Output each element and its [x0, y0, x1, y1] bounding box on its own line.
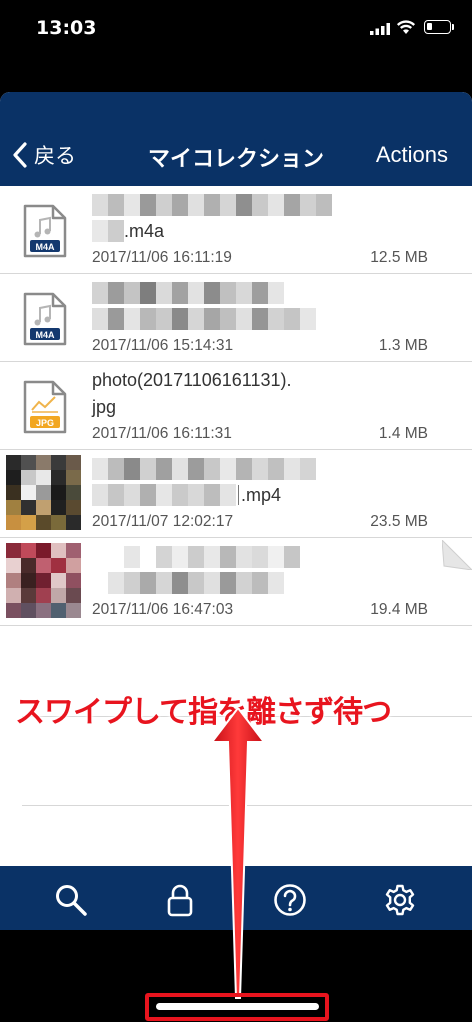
home-indicator[interactable]: [156, 1003, 319, 1010]
file-name-line1: [92, 282, 284, 306]
status-time: 13:03: [36, 17, 97, 39]
actions-button[interactable]: Actions: [376, 142, 448, 168]
video-thumbnail: [6, 455, 81, 530]
file-row[interactable]: M4A 2017/11/06 15:14:31 1.3 MB: [0, 274, 472, 362]
file-size: 12.5 MB: [370, 249, 428, 266]
file-date: 2017/11/07 12:02:17: [92, 513, 234, 530]
file-type-badge: M4A: [35, 242, 55, 252]
file-date: 2017/11/06 16:11:31: [92, 425, 232, 442]
pixelated-filename: [92, 546, 300, 568]
file-name-line1: [92, 194, 332, 218]
battery-icon: [424, 20, 451, 34]
file-name-line1: [92, 546, 300, 570]
file-extension: .m4a: [124, 220, 165, 241]
file-list: M4A .m4a 2017/11/06 16:11:19 12.5 MB M4A…: [0, 186, 472, 626]
file-row[interactable]: .mp4 2017/11/07 12:02:17 23.5 MB: [0, 450, 472, 538]
file-size: 1.4 MB: [378, 425, 428, 442]
file-row[interactable]: 2017/11/06 16:47:03 19.4 MB: [0, 538, 472, 626]
photo-thumbnail: [6, 543, 81, 618]
file-name-line1: photo(20171106161131).: [92, 370, 292, 390]
gear-icon[interactable]: [383, 883, 417, 917]
file-date: 2017/11/06 16:47:03: [92, 601, 234, 618]
file-date: 2017/11/06 15:14:31: [92, 337, 234, 354]
file-row[interactable]: JPG photo(20171106161131). jpg 2017/11/0…: [0, 362, 472, 450]
file-name-line1: [92, 458, 316, 482]
file-size: 19.4 MB: [370, 601, 428, 618]
cellular-signal-icon: [370, 23, 390, 35]
pixelated-filename: [92, 194, 332, 216]
wifi-icon: [396, 20, 416, 34]
status-bar: 13:03: [0, 0, 472, 60]
file-name-line2: .m4a: [92, 219, 164, 243]
file-size: 1.3 MB: [378, 337, 428, 354]
file-size: 23.5 MB: [370, 513, 428, 530]
file-type-badge: JPG: [35, 418, 54, 428]
lock-icon[interactable]: [163, 883, 197, 917]
search-icon[interactable]: [54, 883, 88, 917]
file-row[interactable]: M4A .m4a 2017/11/06 16:11:19 12.5 MB: [0, 186, 472, 274]
pixelated-filename: [92, 282, 284, 304]
file-name-line2: [92, 571, 284, 595]
file-name-line2: jpg: [92, 396, 117, 417]
file-type-badge: M4A: [35, 330, 55, 340]
arrow-up-icon: [212, 708, 264, 999]
file-extension: .mp4: [241, 484, 282, 505]
file-name-line2: .mp4: [92, 483, 281, 507]
help-icon[interactable]: [273, 883, 307, 917]
page-curl-icon: [442, 540, 472, 570]
navigation-bar: 戻る マイコレクション Actions: [0, 92, 472, 186]
pixelated-filename: [92, 458, 316, 480]
instruction-annotation: スワイプして指を離さず待つ: [15, 695, 392, 730]
file-name-line2: [92, 307, 316, 331]
file-date: 2017/11/06 16:11:19: [92, 249, 232, 266]
